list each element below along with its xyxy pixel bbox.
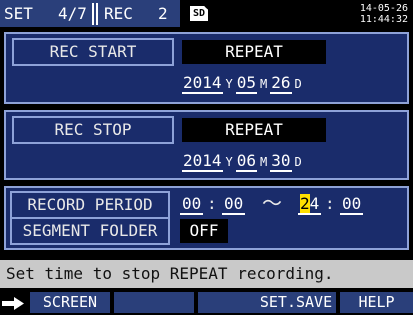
rec-start-mode[interactable]: REPEAT	[182, 40, 326, 64]
rec-tab-label[interactable]: REC	[104, 3, 133, 25]
rec-start-year[interactable]: 2014	[182, 73, 223, 94]
rec-start-label: REC START	[12, 38, 174, 66]
sd-card-icon: SD	[190, 6, 208, 21]
period-start-hour[interactable]: 00	[180, 193, 204, 215]
day-unit: D	[294, 77, 302, 91]
status-message: Set time to stop REPEAT recording.	[0, 260, 413, 288]
tab-separator	[92, 3, 98, 25]
set-tab-label[interactable]: SET	[4, 3, 33, 25]
set-tab-page[interactable]: 4/7	[58, 3, 87, 25]
end-hour-rest: 4	[309, 194, 320, 213]
segment-folder-value[interactable]: OFF	[180, 219, 228, 243]
segment-folder-label: SEGMENT FOLDER	[10, 217, 170, 245]
clock-date: 14-05-26	[359, 3, 408, 14]
rec-stop-label: REC STOP	[12, 116, 174, 144]
year-unit: Y	[225, 155, 233, 169]
period-colon-1: :	[207, 194, 217, 213]
month-unit: M	[260, 77, 268, 91]
rec-stop-month[interactable]: 06	[235, 151, 258, 172]
period-colon-2: :	[325, 194, 335, 213]
set-save-key[interactable]: SET.SAVE	[256, 292, 336, 313]
period-end-hour[interactable]: 24	[298, 193, 322, 215]
period-start-min[interactable]: 00	[222, 193, 246, 215]
cursor-digit: 2	[300, 194, 310, 213]
rec-stop-day[interactable]: 30	[270, 151, 292, 172]
day-unit: D	[294, 155, 302, 169]
rec-stop-year[interactable]: 2014	[182, 151, 223, 172]
record-period-label: RECORD PERIOD	[10, 191, 170, 219]
screen-key[interactable]: SCREEN	[30, 292, 110, 313]
rec-start-date: 2014 Y 05 M 26 D	[182, 72, 305, 94]
period-end-min[interactable]: 00	[340, 193, 364, 215]
clock-time: 11:44:32	[359, 14, 408, 25]
rec-start-day[interactable]: 26	[270, 73, 292, 94]
month-unit: M	[260, 155, 268, 169]
blank-key[interactable]	[114, 292, 194, 313]
rec-start-month[interactable]: 05	[235, 73, 258, 94]
clock: 14-05-26 11:44:32	[360, 3, 408, 25]
rec-tab-page[interactable]: 2	[158, 3, 168, 25]
period-tilde: ～	[262, 191, 282, 215]
rec-stop-date: 2014 Y 06 M 30 D	[182, 150, 305, 172]
rec-stop-mode[interactable]: REPEAT	[182, 118, 326, 142]
help-key[interactable]: HELP	[340, 292, 413, 313]
year-unit: Y	[225, 77, 233, 91]
screen-switch-icon	[2, 296, 28, 311]
